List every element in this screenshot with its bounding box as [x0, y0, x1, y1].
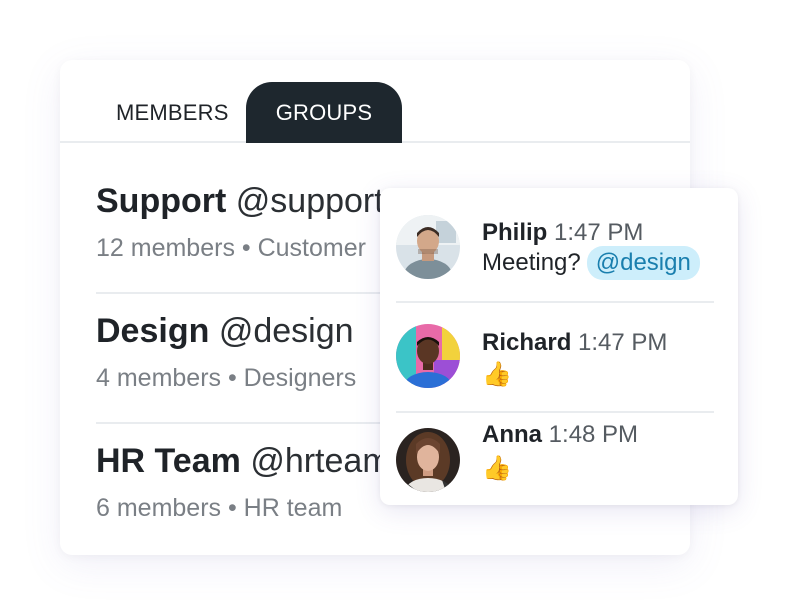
message-time: 1:48 PM	[548, 421, 639, 448]
avatar	[396, 324, 460, 388]
chat-message[interactable]: Anna 1:48 PM 👍	[380, 403, 738, 503]
group-handle: @support	[235, 182, 384, 220]
tab-groups[interactable]: GROUPS	[246, 82, 402, 143]
group-title: HR Team @hrteam	[96, 442, 391, 481]
sender-name: Philip	[482, 219, 548, 246]
message-header: Philip 1:47 PM	[482, 219, 643, 247]
avatar	[396, 215, 460, 279]
group-name: Design	[96, 312, 210, 350]
group-title: Design @design	[96, 312, 354, 351]
chat-message[interactable]: Richard 1:47 PM 👍	[380, 298, 738, 398]
sender-name: Richard	[482, 329, 572, 356]
stage: MEMBERS GROUPS Support @support 12 membe…	[0, 0, 798, 616]
mention-tag[interactable]: @design	[586, 246, 700, 280]
sender-name: Anna	[482, 421, 542, 448]
avatar	[396, 428, 460, 492]
chat-card: Philip 1:47 PM Meeting? @design Richard …	[380, 188, 738, 505]
message-body: Meeting?	[482, 249, 581, 276]
group-name: Support	[96, 182, 227, 220]
message-header: Anna 1:48 PM	[482, 421, 638, 449]
chat-message[interactable]: Philip 1:47 PM Meeting? @design	[380, 188, 738, 288]
message-time: 1:47 PM	[578, 329, 668, 356]
group-meta: 6 members • HR team	[96, 494, 343, 522]
group-name: HR Team	[96, 442, 241, 480]
message-header: Richard 1:47 PM	[482, 329, 667, 357]
group-meta: 4 members • Designers	[96, 364, 357, 392]
group-item-hr-team[interactable]: HR Team @hrteam 6 members • HR team	[96, 442, 396, 555]
message-text: Meeting? @design	[482, 246, 700, 280]
group-handle: @hrteam	[250, 442, 391, 480]
message-time: 1:47 PM	[554, 219, 644, 246]
group-title: Support @support	[96, 182, 384, 221]
group-meta: 12 members • Customer	[96, 234, 366, 262]
thumbs-up-icon: 👍	[482, 454, 512, 482]
group-handle: @design	[218, 312, 354, 350]
thumbs-up-icon: 👍	[482, 360, 512, 388]
tab-bar: MEMBERS GROUPS	[60, 60, 690, 143]
